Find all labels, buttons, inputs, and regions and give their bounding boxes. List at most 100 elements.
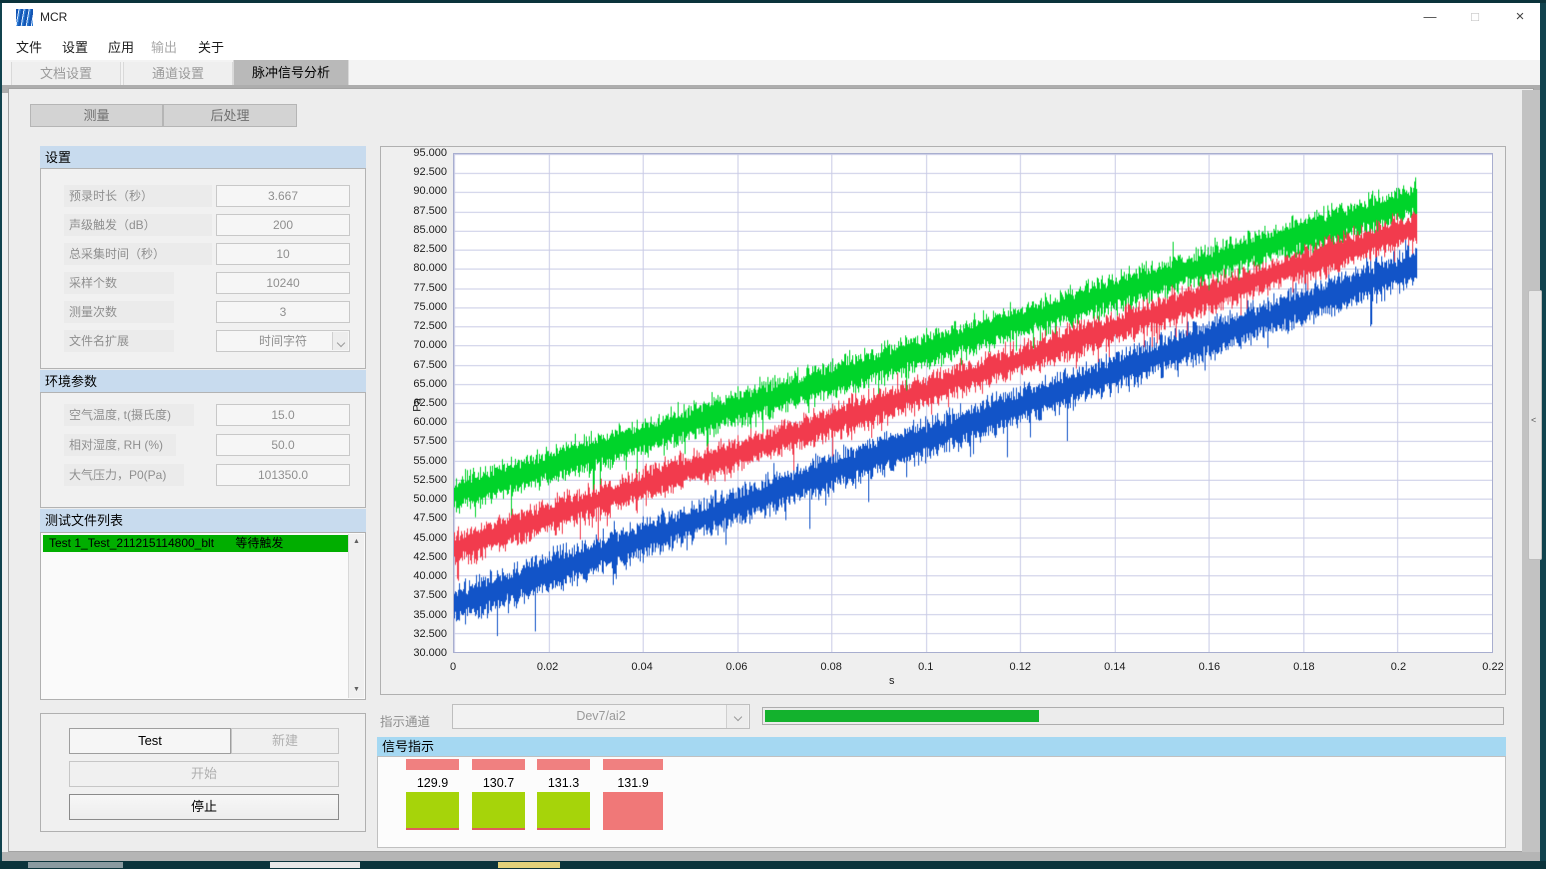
scroll-down-icon[interactable]: ▼ bbox=[349, 682, 364, 698]
signal-block bbox=[537, 792, 590, 830]
test-name-field[interactable]: Test bbox=[69, 728, 231, 754]
x-tick-label: 0.08 bbox=[820, 661, 841, 673]
y-tick-label: 32.500 bbox=[381, 628, 447, 640]
menu-item-output[interactable]: 输出 bbox=[151, 37, 177, 56]
prerecord-duration-label: 预录时长（秒） bbox=[64, 185, 212, 207]
new-button[interactable]: 新建 bbox=[231, 728, 339, 754]
x-tick-label: 0.12 bbox=[1010, 661, 1031, 673]
taskbar-item bbox=[498, 862, 560, 868]
y-tick-label: 35.000 bbox=[381, 609, 447, 621]
signal-value: 131.9 bbox=[603, 776, 663, 791]
signal-led bbox=[537, 759, 590, 770]
tab-pulse-signal-analysis[interactable]: 脉冲信号分析 bbox=[233, 60, 349, 85]
close-button-icon[interactable]: × bbox=[1498, 3, 1542, 31]
measure-button[interactable]: 测量 bbox=[30, 104, 163, 127]
y-tick-label: 55.000 bbox=[381, 455, 447, 467]
y-tick-label: 85.000 bbox=[381, 224, 447, 236]
menu-bar: 文件 设置 应用 输出 关于 bbox=[2, 31, 1540, 60]
file-list-row[interactable]: Test 1_Test_211215114800_blt 等待触发 bbox=[43, 535, 348, 552]
y-tick-label: 50.000 bbox=[381, 493, 447, 505]
y-tick-label: 77.500 bbox=[381, 282, 447, 294]
filename-ext-dropdown[interactable]: 时间字符 bbox=[216, 330, 350, 352]
signal-block bbox=[406, 792, 459, 830]
measure-times-field[interactable]: 3 bbox=[216, 301, 350, 323]
signal-value: 129.9 bbox=[406, 776, 459, 791]
dropdown-chevron-icon[interactable] bbox=[332, 332, 348, 350]
y-tick-label: 40.000 bbox=[381, 570, 447, 582]
pressure-field[interactable]: 101350.0 bbox=[216, 464, 350, 486]
menu-item-file[interactable]: 文件 bbox=[16, 37, 42, 56]
y-tick-label: 67.500 bbox=[381, 359, 447, 371]
minimize-button-icon[interactable]: — bbox=[1408, 3, 1452, 31]
collapse-panel-handle[interactable]: < bbox=[1528, 290, 1542, 560]
total-time-field[interactable]: 10 bbox=[216, 243, 350, 265]
x-tick-label: 0.06 bbox=[726, 661, 747, 673]
chart-panel: 95.00092.50090.00087.50085.00082.50080.0… bbox=[380, 146, 1506, 695]
y-tick-label: 60.000 bbox=[381, 416, 447, 428]
collapse-left-icon: < bbox=[1531, 415, 1536, 425]
menu-item-apply[interactable]: 应用 bbox=[108, 37, 134, 56]
stop-button[interactable]: 停止 bbox=[69, 794, 339, 820]
prerecord-duration-field[interactable]: 3.667 bbox=[216, 185, 350, 207]
sound-trigger-label: 声级触发（dB） bbox=[64, 214, 212, 236]
file-list: Test 1_Test_211215114800_blt 等待触发 ▲ ▼ bbox=[40, 532, 366, 700]
tab-strip: 文档设置 通道设置 脉冲信号分析 bbox=[2, 60, 1540, 85]
x-tick-label: 0.16 bbox=[1199, 661, 1220, 673]
progress-bar bbox=[762, 707, 1504, 725]
dropdown-chevron-icon[interactable] bbox=[726, 705, 748, 728]
file-status: 等待触发 bbox=[235, 536, 283, 550]
y-tick-label: 45.000 bbox=[381, 532, 447, 544]
filename-ext-value: 时间字符 bbox=[259, 334, 307, 348]
y-tick-label: 90.000 bbox=[381, 185, 447, 197]
start-button[interactable]: 开始 bbox=[69, 761, 339, 787]
y-tick-label: 80.000 bbox=[381, 262, 447, 274]
signal-indicator-title: 信号指示 bbox=[377, 737, 1506, 756]
indicator-channel-dropdown[interactable]: Dev7/ai2 bbox=[452, 704, 750, 729]
file-list-panel: 测试文件列表 Test 1_Test_211215114800_blt 等待触发… bbox=[40, 509, 366, 700]
postprocess-button[interactable]: 后处理 bbox=[163, 104, 297, 127]
actions-panel: Test 新建 开始 停止 bbox=[40, 713, 366, 832]
scroll-up-icon[interactable]: ▲ bbox=[349, 534, 364, 550]
y-tick-label: 47.500 bbox=[381, 512, 447, 524]
file-list-scrollbar[interactable]: ▲ ▼ bbox=[348, 534, 364, 698]
signal-indicator-panel: 信号指示 129.9 130.7 131.3 131.9 bbox=[377, 737, 1506, 848]
x-tick-label: 0.1 bbox=[918, 661, 933, 673]
y-tick-label: 87.500 bbox=[381, 205, 447, 217]
air-temperature-field[interactable]: 15.0 bbox=[216, 404, 350, 426]
pressure-label: 大气压力，P0(Pa) bbox=[64, 464, 184, 486]
signal-value: 131.3 bbox=[537, 776, 590, 791]
x-axis-label: s bbox=[889, 675, 895, 687]
y-tick-label: 52.500 bbox=[381, 474, 447, 486]
maximize-button-icon[interactable]: □ bbox=[1453, 3, 1497, 31]
window-bottom-band bbox=[2, 852, 1540, 861]
x-tick-label: 0 bbox=[450, 661, 456, 673]
y-tick-label: 30.000 bbox=[381, 647, 447, 659]
sound-trigger-field[interactable]: 200 bbox=[216, 214, 350, 236]
tab-channel-settings[interactable]: 通道设置 bbox=[123, 62, 233, 85]
humidity-field[interactable]: 50.0 bbox=[216, 434, 350, 456]
waveform-chart[interactable] bbox=[453, 153, 1493, 653]
sample-count-field[interactable]: 10240 bbox=[216, 272, 350, 294]
environment-panel-title: 环境参数 bbox=[40, 370, 366, 393]
sample-count-label: 采样个数 bbox=[64, 272, 174, 294]
menu-item-settings[interactable]: 设置 bbox=[62, 37, 88, 56]
taskbar-strip bbox=[0, 861, 1546, 869]
title-bar: MCR — □ × bbox=[2, 3, 1540, 31]
y-tick-label: 37.500 bbox=[381, 589, 447, 601]
x-tick-label: 0.14 bbox=[1104, 661, 1125, 673]
y-tick-label: 42.500 bbox=[381, 551, 447, 563]
humidity-label: 相对湿度, RH (%) bbox=[64, 434, 176, 456]
tab-document-settings[interactable]: 文档设置 bbox=[11, 62, 121, 85]
y-tick-label: 57.500 bbox=[381, 435, 447, 447]
taskbar-item bbox=[270, 862, 360, 868]
signal-block bbox=[472, 792, 525, 830]
file-name: Test 1_Test_211215114800_blt bbox=[49, 536, 214, 550]
signal-led bbox=[472, 759, 525, 770]
app-window: MCR — □ × 文件 设置 应用 输出 关于 文档设置 通道设置 脉冲信号分… bbox=[2, 3, 1540, 861]
menu-item-about[interactable]: 关于 bbox=[198, 37, 224, 56]
indicator-channel-label: 指示通道 bbox=[380, 711, 430, 730]
filename-ext-label: 文件名扩展 bbox=[64, 330, 174, 352]
environment-panel: 环境参数 空气温度, t(摄氏度) 15.0 相对湿度, RH (%) 50.0… bbox=[40, 370, 366, 508]
file-list-title: 测试文件列表 bbox=[40, 509, 366, 532]
signal-value: 130.7 bbox=[472, 776, 525, 791]
